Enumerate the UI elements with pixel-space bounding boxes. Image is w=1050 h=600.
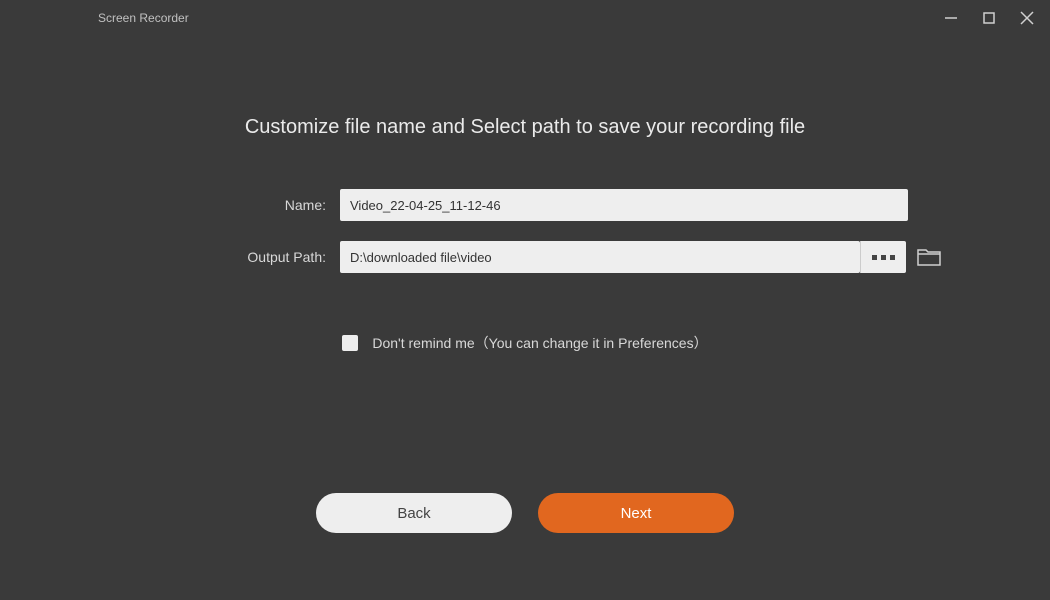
dont-remind-label: Don't remind me（You can change it in Pre… — [372, 333, 707, 353]
back-button[interactable]: Back — [316, 493, 512, 533]
close-icon — [1020, 11, 1034, 25]
window-controls — [940, 7, 1042, 29]
output-path-row: Output Path: — [90, 241, 960, 273]
window-title: Screen Recorder — [18, 11, 189, 25]
dialog-heading: Customize file name and Select path to s… — [245, 116, 805, 139]
name-label: Name: — [220, 197, 340, 213]
output-path-label: Output Path: — [220, 249, 340, 265]
action-buttons: Back Next — [316, 493, 734, 533]
folder-icon — [917, 247, 941, 267]
browse-button[interactable] — [860, 241, 906, 273]
titlebar: Screen Recorder — [0, 0, 1050, 36]
maximize-button[interactable] — [978, 7, 1000, 29]
name-input[interactable] — [340, 189, 908, 221]
open-folder-button[interactable] — [916, 246, 942, 268]
next-button[interactable]: Next — [538, 493, 734, 533]
close-button[interactable] — [1016, 7, 1038, 29]
output-path-group — [340, 241, 942, 273]
output-path-input-wrapper — [340, 241, 906, 273]
minimize-button[interactable] — [940, 7, 962, 29]
name-row: Name: — [90, 189, 960, 221]
dont-remind-checkbox[interactable] — [342, 335, 358, 351]
ellipsis-icon — [872, 255, 895, 260]
dont-remind-row: Don't remind me（You can change it in Pre… — [342, 333, 707, 353]
output-path-input[interactable] — [340, 241, 860, 273]
maximize-icon — [983, 12, 995, 24]
dialog-content: Customize file name and Select path to s… — [0, 36, 1050, 533]
minimize-icon — [944, 11, 958, 25]
